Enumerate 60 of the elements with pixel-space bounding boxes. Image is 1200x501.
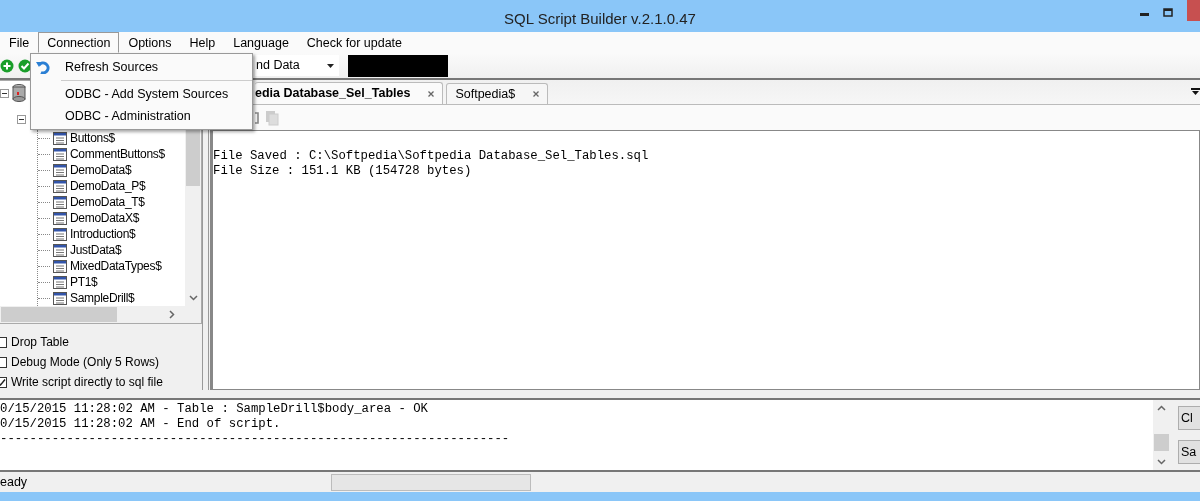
scroll-right-icon[interactable]	[169, 310, 175, 319]
menu-item[interactable]: Options	[119, 32, 181, 53]
table-icon	[53, 147, 67, 161]
window-title: SQL Script Builder v.2.1.0.47	[503, 9, 697, 29]
menu-item[interactable]: Refresh Sources	[31, 56, 252, 78]
check-icon[interactable]	[18, 58, 32, 73]
tree-item[interactable]: DemoData_T$	[70, 193, 145, 211]
tree-item[interactable]: DemoData$	[70, 161, 132, 179]
tab[interactable]: Softpedia$	[446, 83, 549, 104]
table-icon	[53, 163, 67, 177]
scroll-down-icon[interactable]	[188, 295, 198, 301]
refresh-icon	[36, 60, 50, 74]
menu-item[interactable]: Help	[180, 32, 225, 53]
table-icon	[53, 131, 67, 145]
menu-item[interactable]: File	[0, 32, 39, 53]
caret-icon	[327, 63, 334, 68]
table-icon	[53, 179, 67, 193]
table-icon	[53, 211, 67, 225]
side-button[interactable]: Sa	[1178, 440, 1200, 464]
close-icon[interactable]	[428, 90, 435, 97]
maximize-icon[interactable]	[1163, 8, 1173, 17]
table-icon	[53, 227, 67, 241]
menu-item[interactable]: ODBC - Administration	[31, 105, 252, 127]
horizontal-scrollbar[interactable]	[0, 306, 201, 323]
checkbox-label: Debug Mode (Only 5 Rows)	[11, 354, 160, 371]
dropdown-icon[interactable]	[1191, 88, 1200, 95]
menu-item[interactable]: Connection	[38, 32, 120, 53]
scroll-down-icon[interactable]	[1157, 459, 1166, 465]
side-button[interactable]: Cl	[1178, 406, 1200, 430]
menu-item[interactable]: ODBC - Add System Sources	[31, 83, 252, 105]
table-icon	[53, 259, 67, 273]
tree-item[interactable]: MixedDataTypes$	[70, 257, 162, 275]
checkbox-label: Drop Table	[11, 334, 69, 351]
tree-item[interactable]: Buttons$	[70, 129, 115, 147]
table-icon	[53, 291, 67, 305]
table-icon	[53, 243, 67, 257]
menu-item[interactable]: Language	[224, 32, 298, 53]
collapse-icon[interactable]	[17, 115, 26, 125]
table-icon	[53, 195, 67, 209]
menu-item[interactable]: Check for update	[297, 32, 412, 53]
add-icon[interactable]	[0, 58, 14, 73]
tree-item[interactable]: DemoData_P$	[70, 177, 146, 195]
log-panel: 0/15/2015 11:28:02 AM - Table : SampleDrill$body_area - OK 0/15/2015 11:28:02 AM - End of script. ---------------------------------------------------------------------	[0, 400, 1153, 470]
tree-item[interactable]: CommentButtons$	[70, 145, 165, 163]
redacted-field[interactable]	[348, 54, 448, 77]
sql-editor[interactable]: File Saved : C:\Softpedia\Softpedia Database_Sel_Tables.sql File Size : 151.1 KB (154728 bytes)	[210, 130, 1200, 390]
checkbox-label: Write script directly to sql file	[11, 374, 163, 391]
scroll-up-icon[interactable]	[1157, 405, 1166, 411]
tree-item[interactable]: Introduction$	[70, 225, 136, 243]
database-icon	[11, 84, 27, 102]
tree-item[interactable]: JustData$	[70, 241, 122, 259]
tree-item[interactable]: PT1$	[70, 273, 98, 291]
status-text: eady	[0, 473, 28, 491]
tree-item[interactable]: SampleDrill$	[70, 289, 135, 306]
combo-box[interactable]: nd Data	[255, 55, 339, 76]
tree-item[interactable]: DemoDataX$	[70, 209, 140, 227]
close-icon[interactable]	[533, 91, 540, 97]
table-icon	[53, 275, 67, 289]
tab[interactable]: edia Database_Sel_Tables	[255, 82, 444, 104]
collapse-icon[interactable]	[0, 89, 9, 99]
